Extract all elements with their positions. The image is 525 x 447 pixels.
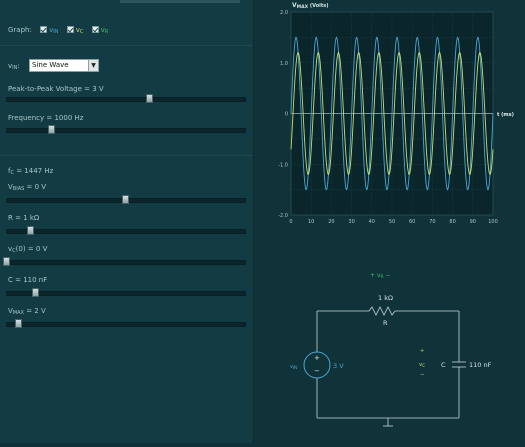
r-slider[interactable]	[6, 226, 246, 235]
fc-label: fC = 1447 Hz	[8, 167, 54, 176]
slider-thumb[interactable]	[31, 288, 39, 297]
vr-checkbox-label: vR	[100, 26, 109, 35]
r-label: R = 1 kΩ	[8, 214, 40, 222]
y-tick-label: 0	[285, 112, 288, 118]
vc0-slider[interactable]	[3, 257, 246, 266]
resistor-value: 1 kΩ	[378, 294, 393, 302]
vc-label: vC	[419, 362, 425, 368]
dropdown-arrow-icon[interactable]: ▼	[88, 60, 98, 71]
vbias-label: VBIAS = 0 V	[8, 183, 47, 192]
x-tick-label: 0	[289, 219, 292, 225]
vr-legend: + vR −	[370, 272, 391, 280]
vmax-slider[interactable]	[6, 319, 246, 328]
slider-thumb[interactable]	[48, 125, 56, 134]
vc0-label: vC(0) = 0 V	[8, 245, 48, 254]
source-name: vIN	[290, 364, 297, 370]
waveform-value: Sine Wave	[32, 61, 69, 69]
slider-thumb[interactable]	[26, 226, 34, 235]
y-tick-label: 1.0	[280, 61, 288, 67]
control-panel: Graph: vIN vC vR vIN: Sine Wave ▼ Peak-to…	[0, 0, 254, 443]
vin-checkbox-label: vIN	[49, 26, 59, 35]
x-tick-label: 80	[449, 219, 455, 225]
capacitor-name: C	[441, 361, 446, 369]
frequency-slider[interactable]	[6, 125, 246, 134]
x-tick-label: 100	[488, 219, 498, 225]
source-plus: +	[314, 354, 320, 362]
x-axis-label: t (ms)	[497, 112, 514, 118]
vc-checkbox[interactable]	[66, 26, 74, 33]
divider	[0, 155, 253, 156]
resistor-symbol	[368, 306, 396, 316]
slider-thumb[interactable]	[14, 319, 22, 328]
output-svg: VMAX (Volts) 2.0 1.0 0 -1.0 -2.0 0 10 20 30 40 50…	[278, 2, 514, 427]
vpp-slider[interactable]	[6, 94, 246, 103]
x-tick-label: 30	[348, 219, 354, 225]
vin-checkbox[interactable]	[40, 26, 48, 33]
y-tick-labels: 2.0 1.0 0 -1.0 -2.0	[278, 10, 288, 219]
vc-minus: −	[420, 372, 425, 378]
x-tick-label: 50	[389, 219, 395, 225]
x-tick-label: 10	[308, 219, 314, 225]
vpp-label: Peak-to-Peak Voltage = 3 V	[8, 85, 104, 93]
waveform-select[interactable]: Sine Wave ▼	[29, 59, 99, 72]
slider-thumb[interactable]	[122, 195, 129, 204]
divider	[0, 45, 253, 46]
vr-checkbox[interactable]	[91, 26, 99, 33]
y-tick-label: -1.0	[278, 162, 288, 168]
x-tick-label: 40	[369, 219, 375, 225]
chart-title: VMAX (Volts)	[292, 2, 329, 10]
y-tick-label: 2.0	[280, 10, 288, 16]
vc-checkbox-label: vC	[75, 26, 84, 35]
y-tick-label: -2.0	[278, 213, 288, 219]
slider-thumb[interactable]	[3, 257, 10, 266]
top-bar-segment	[120, 0, 240, 3]
output-panel: VMAX (Volts) 2.0 1.0 0 -1.0 -2.0 0 10 20 30 40 50…	[254, 0, 525, 443]
c-slider[interactable]	[6, 288, 246, 297]
capacitor-value: 110 nF	[469, 361, 492, 369]
vin-label: vIN:	[8, 62, 20, 71]
frequency-label: Frequency = 1000 Hz	[8, 114, 84, 122]
vmax-label: VMAX = 2 V	[8, 307, 46, 316]
x-tick-label: 70	[429, 219, 435, 225]
x-tick-label: 20	[328, 219, 334, 225]
x-tick-labels: 0 10 20 30 40 50 60 70 80 90 100	[289, 219, 497, 225]
resistor-name: R	[383, 319, 388, 327]
x-tick-label: 90	[470, 219, 476, 225]
vbias-slider[interactable]	[6, 195, 246, 204]
c-label: C = 110 nF	[8, 276, 48, 284]
source-minus: −	[314, 367, 320, 375]
slider-thumb[interactable]	[145, 94, 153, 103]
graph-label: Graph:	[8, 26, 32, 34]
source-value: 3 V	[333, 362, 344, 370]
x-tick-label: 60	[409, 219, 415, 225]
graph-selector: Graph: vIN vC vR	[8, 26, 108, 35]
vc-plus: +	[420, 348, 424, 354]
